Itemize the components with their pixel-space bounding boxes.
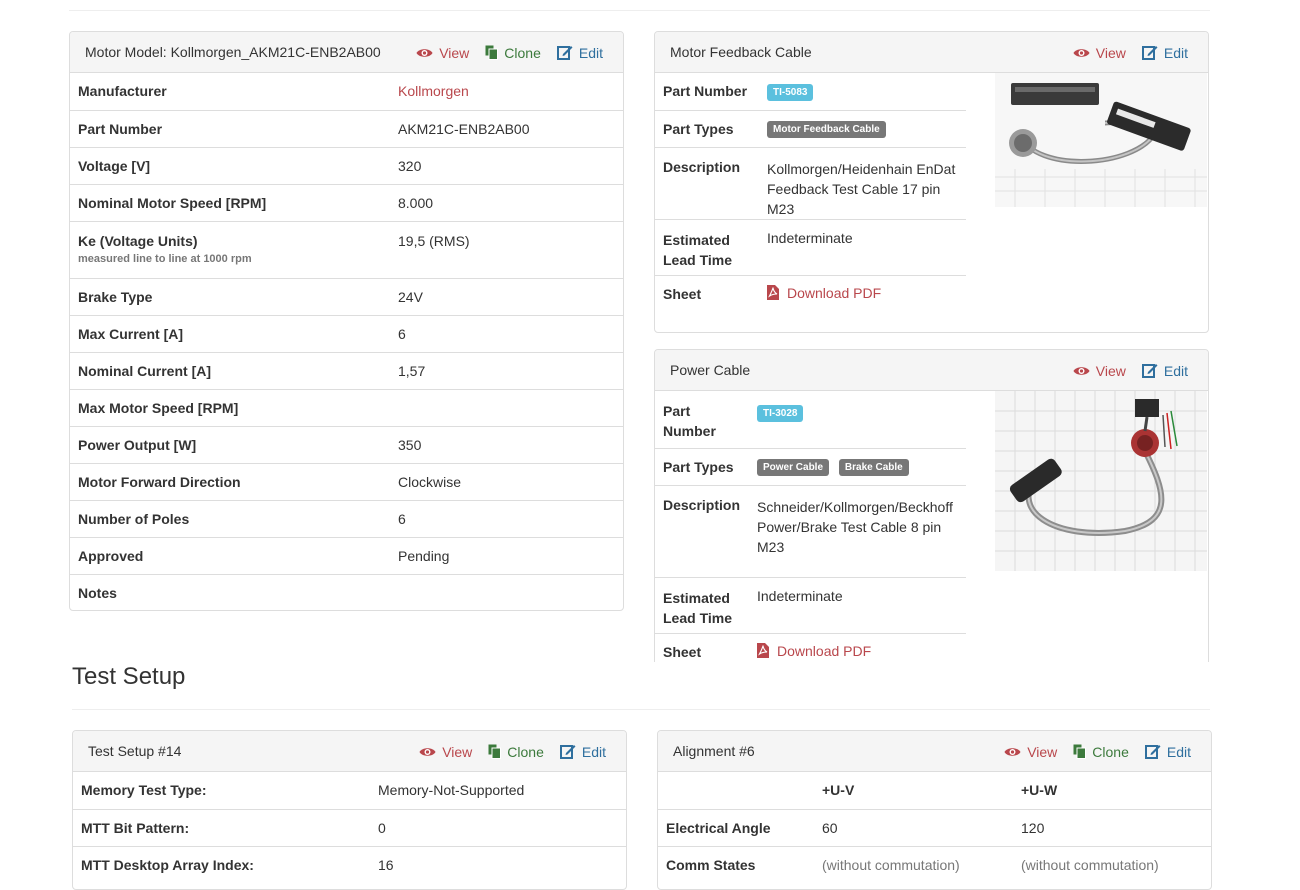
ke-sublabel: measured line to line at 1000 rpm: [78, 252, 252, 265]
table-row: Part Types Motor Feedback Cable: [655, 109, 966, 147]
table-row: Part Number TI-3028: [655, 391, 966, 448]
download-pdf-link[interactable]: Download PDF: [757, 643, 871, 659]
part-type-badge: Power Cable: [757, 459, 830, 476]
alignment-table: +U-V +U-W Electrical Angle 60 120 Comm S…: [658, 772, 1211, 883]
motor-clone-button[interactable]: Clone: [485, 45, 541, 61]
motor-view-button[interactable]: View: [416, 45, 469, 61]
test-setup-panel-heading: Test Setup #14 View Clone Edit: [73, 731, 626, 772]
feedback-view-button[interactable]: View: [1073, 45, 1126, 61]
pdf-icon: [757, 643, 769, 658]
table-row: MTT Desktop Array Index: 16: [73, 845, 626, 883]
edit-icon: [559, 745, 576, 759]
table-row: Notes: [70, 573, 623, 610]
power-panel-title: Power Cable: [670, 362, 751, 378]
motor-panel-title: Motor Model: Kollmorgen_AKM21C-ENB2AB00: [85, 44, 381, 60]
scroll-clip: [640, 662, 1230, 692]
alignment-panel-heading: Alignment #6 View Clone Edit: [658, 731, 1211, 772]
table-row: Electrical Angle 60 120: [658, 808, 1211, 846]
test-setup-actions: View Clone Edit: [419, 731, 606, 772]
eye-icon: [416, 48, 433, 57]
table-row: Power Output [W] 350: [70, 425, 623, 463]
feedback-actions: View Edit: [1073, 32, 1188, 73]
edit-icon: [1144, 745, 1161, 759]
table-row: Memory Test Type: Memory-Not-Supported: [81, 782, 525, 799]
part-number-badge: TI-3028: [757, 405, 804, 422]
table-row: Estimated Lead Time Indeterminate: [655, 576, 966, 633]
alignment-actions: View Clone Edit: [1004, 731, 1191, 772]
eye-icon: [1073, 366, 1090, 375]
feedback-cable-image: [995, 73, 1207, 207]
feedback-panel-heading: Motor Feedback Cable View Edit: [655, 32, 1208, 73]
motor-actions: View Clone Edit: [416, 32, 603, 73]
test-setup-edit-button[interactable]: Edit: [559, 744, 606, 760]
alignment-clone-button[interactable]: Clone: [1073, 744, 1129, 760]
copy-icon: [488, 744, 502, 759]
feedback-edit-button[interactable]: Edit: [1141, 45, 1188, 61]
table-row: Number of Poles 6: [70, 499, 623, 537]
feedback-panel-title: Motor Feedback Cable: [670, 44, 812, 60]
edit-icon: [1141, 364, 1158, 378]
test-setup-panel: Test Setup #14 View Clone Edit Memory Te…: [72, 730, 627, 890]
table-row: MTT Bit Pattern: 0: [73, 808, 626, 846]
manufacturer-link[interactable]: Kollmorgen: [398, 83, 469, 99]
test-setup-table: Memory Test Type: Memory-Not-Supported MT…: [73, 772, 626, 883]
alignment-panel-title: Alignment #6: [673, 743, 755, 759]
alignment-view-button[interactable]: View: [1004, 744, 1057, 760]
motor-spec-table: Manufacturer Kollmorgen Part Number AKM21C…: [70, 73, 623, 610]
motor-model-panel: Motor Model: Kollmorgen_AKM21C-ENB2AB00 …: [69, 31, 624, 611]
test-setup-panel-title: Test Setup #14: [88, 743, 182, 759]
copy-icon: [485, 45, 499, 60]
table-row: Part Number TI-5083: [655, 73, 966, 110]
edit-icon: [1141, 46, 1158, 60]
table-row: Part Types Power Cable Brake Cable: [655, 447, 966, 485]
table-row: Ke (Voltage Units) measured line to line …: [70, 220, 623, 278]
edit-icon: [556, 46, 573, 60]
table-row: Nominal Motor Speed [RPM] 8.000: [70, 183, 623, 221]
part-type-badge: Brake Cable: [838, 459, 909, 476]
table-row: Description Kollmorgen/Heidenhain EnDat F…: [655, 146, 966, 219]
motor-panel-heading: Motor Model: Kollmorgen_AKM21C-ENB2AB00 …: [70, 32, 623, 73]
power-cable-image: [995, 391, 1207, 571]
power-actions: View Edit: [1073, 350, 1188, 391]
eye-icon: [1004, 747, 1021, 756]
power-edit-button[interactable]: Edit: [1141, 363, 1188, 379]
table-row: Manufacturer Kollmorgen: [78, 83, 469, 100]
alignment-edit-button[interactable]: Edit: [1144, 744, 1191, 760]
table-row: Brake Type 24V: [70, 277, 623, 315]
part-number-badge: TI-5083: [767, 83, 814, 101]
table-row: Estimated Lead Time Indeterminate: [655, 218, 966, 275]
table-row: Part Number AKM21C-ENB2AB00: [70, 109, 623, 147]
table-row: Max Current [A] 6: [70, 314, 623, 352]
table-row: Voltage [V] 320: [70, 146, 623, 184]
eye-icon: [1073, 48, 1090, 57]
download-pdf-link[interactable]: Download PDF: [767, 285, 881, 301]
table-row: Nominal Current [A] 1,57: [70, 351, 623, 389]
power-panel-heading: Power Cable View Edit: [655, 350, 1208, 391]
test-setup-divider: [72, 709, 1210, 710]
top-divider: [69, 10, 1210, 11]
test-setup-view-button[interactable]: View: [419, 744, 472, 760]
feedback-cable-table: Part Number TI-5083 Part Types Motor Feedb…: [655, 73, 966, 312]
part-type-badge: Motor Feedback Cable: [767, 121, 886, 138]
table-header-row: +U-V +U-W: [822, 782, 1058, 799]
table-row: Description Schneider/Kollmorgen/Beckhoff…: [655, 484, 966, 577]
pdf-icon: [767, 285, 779, 300]
power-cable-table: Part Number TI-3028 Part Types Power Cable…: [655, 391, 966, 670]
table-row: Comm States (without commutation) (witho…: [658, 845, 1211, 883]
test-setup-heading: Test Setup: [72, 663, 186, 690]
motor-edit-button[interactable]: Edit: [556, 45, 603, 61]
power-view-button[interactable]: View: [1073, 363, 1126, 379]
power-cable-panel: Power Cable View Edit Part Number TI-3028…: [654, 349, 1209, 679]
feedback-cable-panel: Motor Feedback Cable View Edit Part Numb…: [654, 31, 1209, 333]
table-row: Sheet Download PDF: [655, 274, 966, 312]
table-row: Motor Forward Direction Clockwise: [70, 462, 623, 500]
test-setup-clone-button[interactable]: Clone: [488, 744, 544, 760]
alignment-panel: Alignment #6 View Clone Edit +U-V +U-W E…: [657, 730, 1212, 890]
table-row: Max Motor Speed [RPM]: [70, 388, 623, 426]
table-row: Approved Pending: [70, 536, 623, 574]
copy-icon: [1073, 744, 1087, 759]
eye-icon: [419, 747, 436, 756]
